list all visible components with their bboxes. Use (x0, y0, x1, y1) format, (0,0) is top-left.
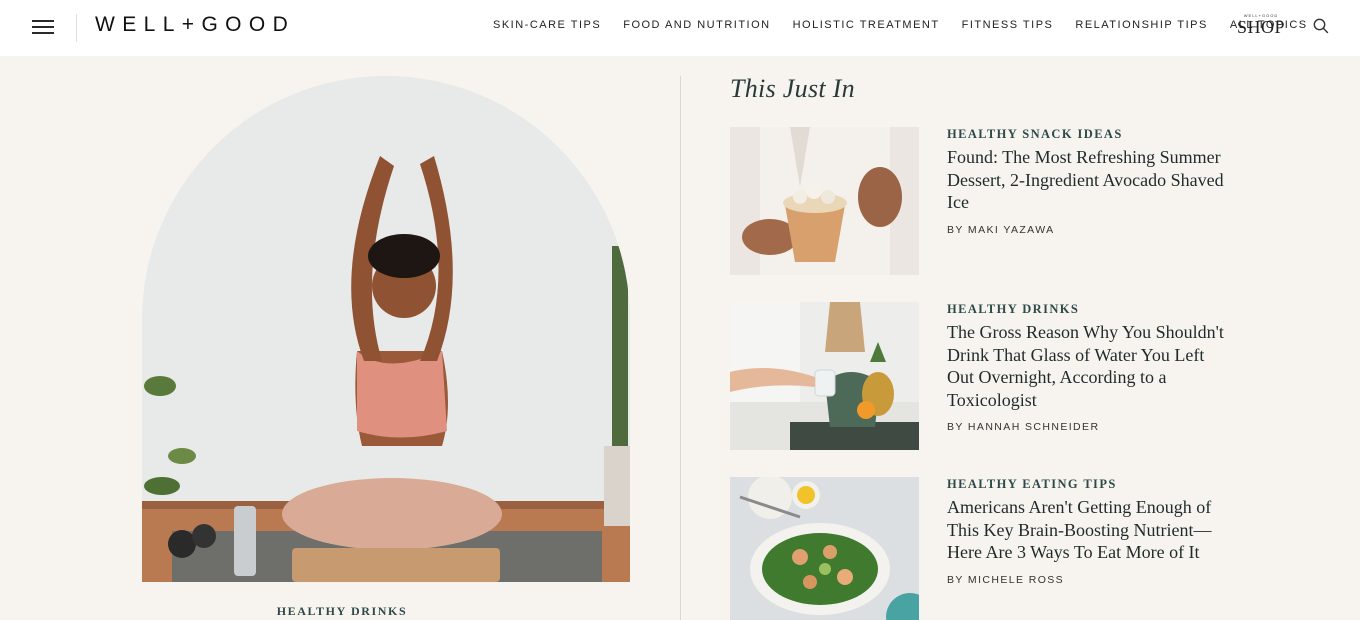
nav-item-holistic-treatment[interactable]: HOLISTIC TREATMENT (793, 19, 940, 31)
search-icon[interactable] (1312, 17, 1330, 35)
article-card[interactable]: HEALTHY EATING TIPS Americans Aren't Get… (730, 477, 1230, 620)
header-divider (76, 14, 77, 42)
shop-label: SHOP (1236, 17, 1286, 37)
shop-link[interactable]: WELL+GOOD SHOP (1234, 13, 1288, 39)
site-header: WELL+GOOD SKIN-CARE TIPS FOOD AND NUTRIT… (0, 0, 1360, 56)
nav-item-fitness-tips[interactable]: FITNESS TIPS (962, 19, 1054, 31)
column-divider (680, 76, 681, 620)
article-category[interactable]: HEALTHY EATING TIPS (947, 477, 1117, 492)
hero-image[interactable] (142, 76, 630, 582)
site-logo[interactable]: WELL+GOOD (95, 13, 295, 37)
nav-item-relationship-tips[interactable]: RELATIONSHIP TIPS (1075, 19, 1207, 31)
article-byline[interactable]: BY HANNAH SCHNEIDER (947, 421, 1099, 433)
article-category[interactable]: HEALTHY SNACK IDEAS (947, 127, 1123, 142)
article-card[interactable]: HEALTHY DRINKS The Gross Reason Why You … (730, 302, 1230, 450)
section-title: This Just In (730, 74, 855, 103)
article-thumbnail[interactable] (730, 127, 919, 275)
primary-nav: SKIN-CARE TIPS FOOD AND NUTRITION HOLIST… (493, 19, 1308, 31)
article-headline[interactable]: Found: The Most Refreshing Summer Desser… (947, 146, 1227, 214)
nav-item-food-and-nutrition[interactable]: FOOD AND NUTRITION (623, 19, 770, 31)
article-category[interactable]: HEALTHY DRINKS (947, 302, 1079, 317)
article-byline[interactable]: BY MICHELE ROSS (947, 574, 1064, 586)
hamburger-menu-icon[interactable] (32, 18, 54, 36)
article-thumbnail[interactable] (730, 477, 919, 620)
article-card[interactable]: HEALTHY SNACK IDEAS Found: The Most Refr… (730, 127, 1230, 275)
article-thumbnail[interactable] (730, 302, 919, 450)
nav-item-skin-care-tips[interactable]: SKIN-CARE TIPS (493, 19, 601, 31)
hero-category-label[interactable]: HEALTHY DRINKS (142, 604, 542, 619)
article-byline[interactable]: BY MAKI YAZAWA (947, 224, 1055, 236)
article-headline[interactable]: Americans Aren't Getting Enough of This … (947, 496, 1227, 564)
article-headline[interactable]: The Gross Reason Why You Shouldn't Drink… (947, 321, 1227, 411)
